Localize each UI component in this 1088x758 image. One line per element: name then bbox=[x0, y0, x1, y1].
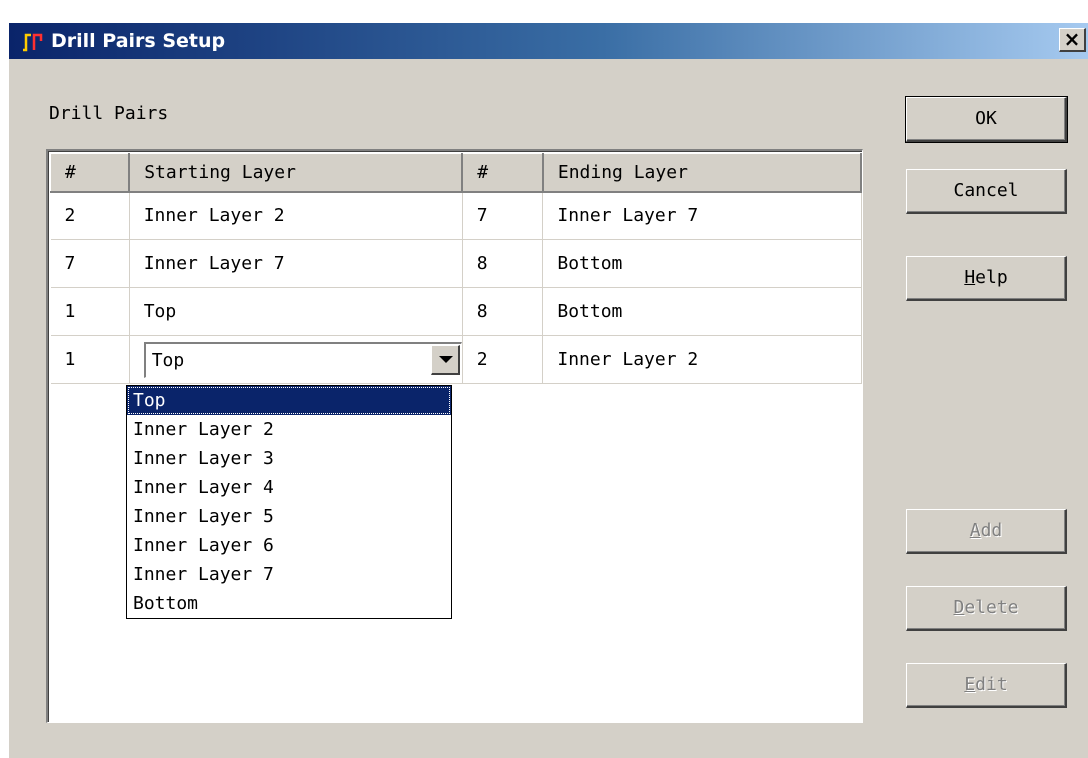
ending-layer-cell[interactable]: Bottom bbox=[542, 287, 862, 336]
starting-layer-cell[interactable]: Top bbox=[129, 287, 463, 336]
dropdown-option-inner-layer-7[interactable]: Inner Layer 7 bbox=[127, 560, 451, 589]
dropdown-option-bottom[interactable]: Bottom bbox=[127, 589, 451, 618]
column-header-start-number[interactable]: # bbox=[50, 153, 131, 193]
column-header-ending-layer[interactable]: Ending Layer bbox=[542, 153, 863, 193]
drill-pairs-table: # Starting Layer # Ending Layer 2 Inner … bbox=[50, 153, 863, 384]
dropdown-option-top[interactable]: Top bbox=[127, 386, 451, 415]
start-number-cell: 7 bbox=[50, 239, 130, 288]
column-header-end-number[interactable]: # bbox=[461, 153, 544, 193]
ending-layer-cell[interactable]: Inner Layer 2 bbox=[542, 335, 862, 384]
title-bar[interactable]: Drill Pairs Setup × bbox=[9, 23, 1088, 59]
help-label: elp bbox=[975, 267, 1008, 288]
end-number-cell: 8 bbox=[462, 239, 544, 288]
ok-button[interactable]: OK bbox=[905, 96, 1068, 143]
window-title: Drill Pairs Setup bbox=[51, 30, 226, 52]
end-number-cell: 2 bbox=[462, 335, 544, 384]
close-icon[interactable]: × bbox=[1059, 28, 1086, 52]
ending-layer-cell[interactable]: Inner Layer 7 bbox=[542, 191, 862, 240]
starting-layer-combobox[interactable]: Top bbox=[143, 341, 462, 378]
dropdown-option-inner-layer-6[interactable]: Inner Layer 6 bbox=[127, 531, 451, 560]
dropdown-option-inner-layer-3[interactable]: Inner Layer 3 bbox=[127, 444, 451, 473]
end-number-cell: 8 bbox=[462, 287, 544, 336]
edit-button[interactable]: Edit bbox=[906, 663, 1067, 708]
table-row[interactable]: 1 Top 8 Bottom bbox=[50, 287, 862, 336]
start-number-cell: 1 bbox=[50, 287, 130, 336]
help-mnemonic: H bbox=[964, 267, 976, 288]
starting-layer-cell[interactable]: Inner Layer 7 bbox=[129, 239, 463, 288]
table-row-editing[interactable]: 1 Top 2 Inner Layer 2 bbox=[50, 335, 862, 384]
table-row[interactable]: 7 Inner Layer 7 8 Bottom bbox=[50, 239, 862, 288]
column-header-starting-layer[interactable]: Starting Layer bbox=[128, 153, 464, 193]
cancel-button[interactable]: Cancel bbox=[906, 169, 1067, 214]
start-number-cell: 1 bbox=[50, 335, 130, 384]
starting-layer-dropdown-list[interactable]: Top Inner Layer 2 Inner Layer 3 Inner La… bbox=[126, 385, 452, 619]
add-mnemonic: A bbox=[969, 520, 981, 541]
dropdown-option-inner-layer-4[interactable]: Inner Layer 4 bbox=[127, 473, 451, 502]
help-button[interactable]: Help bbox=[906, 256, 1067, 301]
delete-button[interactable]: Delete bbox=[906, 586, 1067, 631]
drill-pairs-app-icon bbox=[23, 33, 43, 52]
table-row[interactable]: 2 Inner Layer 2 7 Inner Layer 7 bbox=[50, 191, 862, 240]
add-label: dd bbox=[980, 520, 1003, 541]
table-header-row: # Starting Layer # Ending Layer bbox=[50, 153, 863, 193]
edit-mnemonic: E bbox=[964, 674, 976, 695]
start-number-cell: 2 bbox=[50, 191, 130, 240]
delete-label: elete bbox=[964, 597, 1019, 618]
chevron-down-icon[interactable] bbox=[430, 344, 460, 375]
end-number-cell: 7 bbox=[462, 191, 544, 240]
ending-layer-cell[interactable]: Bottom bbox=[542, 239, 862, 288]
dropdown-option-inner-layer-2[interactable]: Inner Layer 2 bbox=[127, 415, 451, 444]
combobox-value: Top bbox=[151, 349, 185, 371]
delete-mnemonic: D bbox=[953, 597, 965, 618]
edit-label: dit bbox=[975, 674, 1008, 695]
dropdown-option-inner-layer-5[interactable]: Inner Layer 5 bbox=[127, 502, 451, 531]
starting-layer-cell[interactable]: Inner Layer 2 bbox=[129, 191, 463, 240]
starting-layer-combo-cell: Top bbox=[129, 335, 463, 384]
drill-pairs-label: Drill Pairs bbox=[49, 103, 169, 124]
add-button[interactable]: Add bbox=[906, 509, 1067, 554]
